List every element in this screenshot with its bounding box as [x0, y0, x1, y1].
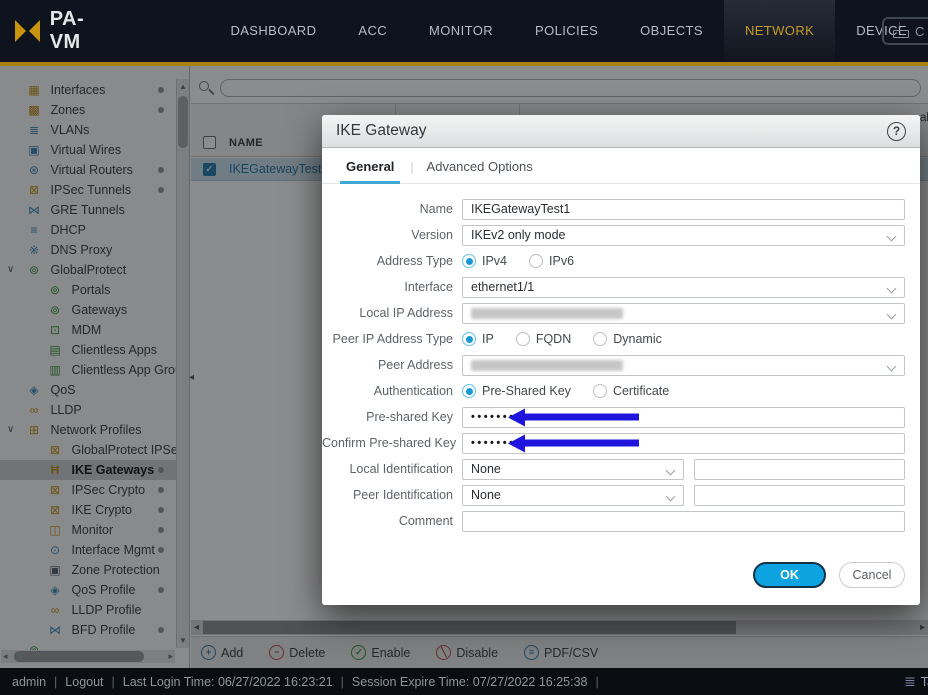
peer-address-select[interactable]	[462, 355, 905, 376]
radio-ipv6[interactable]	[529, 254, 543, 268]
user-name: admin	[12, 675, 46, 689]
commit-download-icon	[893, 24, 908, 38]
redacted-value	[471, 360, 623, 371]
chevron-down-icon	[887, 309, 897, 319]
nav-items: DASHBOARDACCMONITORPOLICIESOBJECTSNETWOR…	[209, 0, 928, 62]
psk-confirm-label: Confirm Pre-shared Key	[322, 436, 462, 450]
annotation-arrow-icon	[524, 440, 639, 447]
local-id-label: Local Identification	[322, 462, 462, 476]
address-type-label: Address Type	[322, 254, 462, 268]
radio-ipv4[interactable]	[462, 254, 476, 268]
ok-button[interactable]: OK	[753, 562, 826, 588]
chevron-down-icon	[887, 283, 897, 293]
paloalto-logo-icon	[14, 20, 41, 42]
chevron-down-icon	[887, 361, 897, 371]
tasks-label-fragment: Ta	[921, 675, 928, 689]
comment-field[interactable]	[462, 511, 905, 532]
nav-item[interactable]: OBJECTS	[619, 0, 724, 62]
radio-pre-shared-key[interactable]	[462, 384, 476, 398]
name-field[interactable]: IKEGatewayTest1	[462, 199, 905, 220]
local-ip-label: Local IP Address	[322, 306, 462, 320]
peer-id-label: Peer Identification	[322, 488, 462, 502]
tab-general[interactable]: General	[340, 159, 400, 184]
commit-label-fragment: C	[915, 24, 924, 39]
peer-id-select[interactable]: None	[462, 485, 684, 506]
tasks-button[interactable]: ≣ Ta	[904, 673, 928, 690]
radio-certificate[interactable]	[593, 384, 607, 398]
logout-link[interactable]: Logout	[65, 675, 103, 689]
local-id-select[interactable]: None	[462, 459, 684, 480]
dialog-buttons: OK Cancel	[322, 536, 920, 588]
local-ip-select[interactable]	[462, 303, 905, 324]
peer-id-field[interactable]	[694, 485, 905, 506]
ike-gateway-dialog: IKE Gateway ? General | Advanced Options…	[322, 115, 920, 605]
dialog-header: IKE Gateway ?	[322, 115, 920, 148]
top-nav: PA-VM DASHBOARDACCMONITORPOLICIESOBJECTS…	[0, 0, 928, 62]
authentication-label: Authentication	[322, 384, 462, 398]
radio-fqdn[interactable]	[516, 332, 530, 346]
session-expire-time: Session Expire Time: 07/27/2022 16:25:38	[352, 675, 588, 689]
dialog-title: IKE Gateway	[336, 122, 887, 140]
nav-item[interactable]: NETWORK	[724, 0, 835, 62]
nav-item[interactable]: POLICIES	[514, 0, 619, 62]
radio-ip[interactable]	[462, 332, 476, 346]
nav-item[interactable]: DASHBOARD	[209, 0, 337, 62]
brand-name: PA-VM	[50, 8, 115, 54]
interface-label: Interface	[322, 280, 462, 294]
help-icon[interactable]: ?	[887, 122, 906, 141]
name-label: Name	[322, 202, 462, 216]
last-login-time: Last Login Time: 06/27/2022 16:23:21	[123, 675, 333, 689]
tasks-icon: ≣	[904, 673, 916, 690]
version-label: Version	[322, 228, 462, 242]
interface-select[interactable]: ethernet1/1	[462, 277, 905, 298]
radio-dynamic[interactable]	[593, 332, 607, 346]
nav-item[interactable]: MONITOR	[408, 0, 514, 62]
chevron-down-icon	[666, 491, 676, 501]
cancel-button[interactable]: Cancel	[839, 562, 905, 588]
nav-item[interactable]: ACC	[337, 0, 408, 62]
annotation-arrow-icon	[524, 414, 639, 421]
comment-label: Comment	[322, 514, 462, 528]
dialog-tabs: General | Advanced Options	[322, 148, 920, 184]
version-select[interactable]: IKEv2 only mode	[462, 225, 905, 246]
tab-separator: |	[400, 160, 423, 183]
psk-label: Pre-shared Key	[322, 410, 462, 424]
peer-address-label: Peer Address	[322, 358, 462, 372]
local-id-field[interactable]	[694, 459, 905, 480]
tab-advanced-options[interactable]: Advanced Options	[424, 159, 536, 183]
dialog-form: Name IKEGatewayTest1 Version IKEv2 only …	[322, 184, 920, 532]
chevron-down-icon	[666, 465, 676, 475]
redacted-value	[471, 308, 623, 319]
status-bar: admin | Logout | Last Login Time: 06/27/…	[0, 668, 928, 695]
commit-button[interactable]: C	[882, 17, 928, 45]
peer-type-label: Peer IP Address Type	[322, 332, 462, 346]
brand: PA-VM	[14, 8, 114, 54]
chevron-down-icon	[887, 231, 897, 241]
